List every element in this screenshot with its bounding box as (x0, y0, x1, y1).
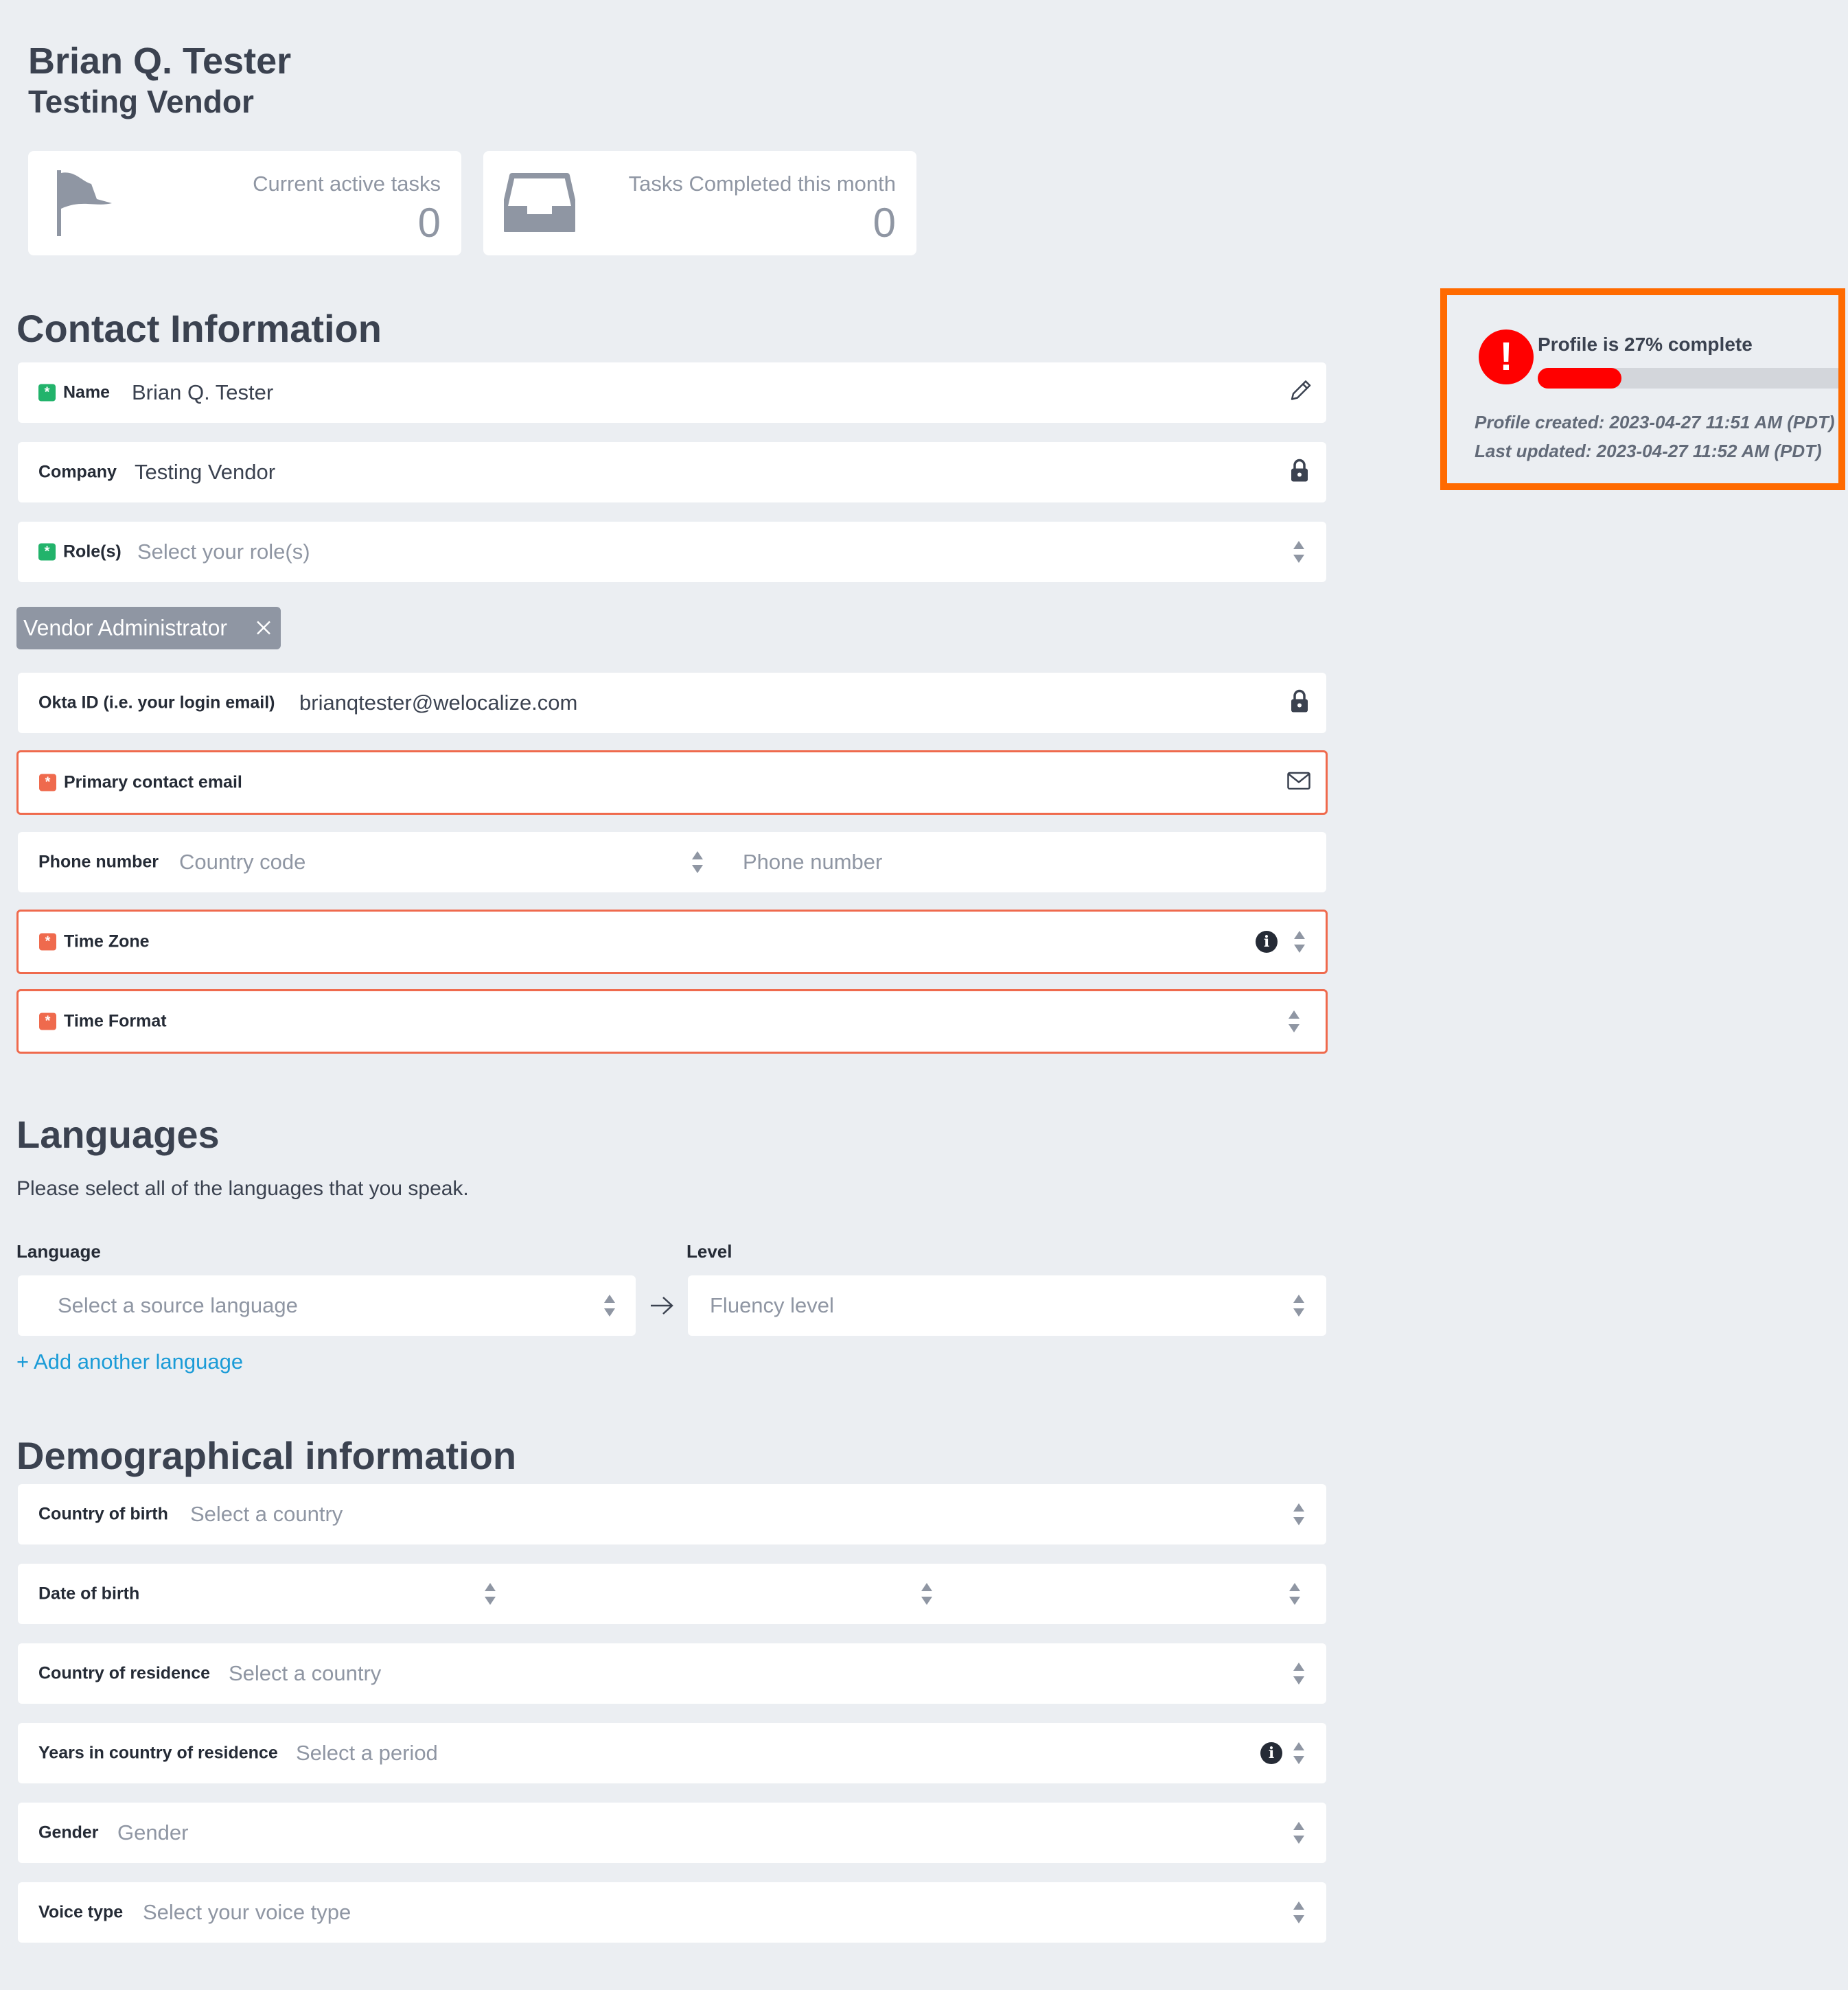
country-of-birth-field[interactable]: Country of birth Select a country (18, 1484, 1326, 1544)
level-column-label: Level (686, 1241, 732, 1262)
years-in-country-select[interactable]: Select a period (296, 1741, 438, 1766)
select-arrows-icon[interactable] (1292, 1900, 1306, 1925)
birth-month-select-arrows-icon[interactable] (920, 1582, 934, 1606)
profile-created: Profile created: 2023-04-27 11:51 AM (PD… (1475, 412, 1835, 432)
select-arrows-icon[interactable] (1292, 1820, 1306, 1845)
contact-section-title: Contact Information (16, 307, 382, 350)
roles-select[interactable]: Select your role(s) (137, 540, 310, 564)
required-ok-icon: * (38, 384, 56, 402)
voice-type-label: Voice type (38, 1902, 124, 1922)
country-of-residence-label: Country of residence (38, 1663, 211, 1683)
active-tasks-value: 0 (417, 200, 441, 246)
completed-tasks-card[interactable]: Tasks Completed this month 0 (483, 151, 916, 255)
select-arrows-icon[interactable] (1292, 1661, 1306, 1686)
country-of-residence-field[interactable]: Country of residence Select a country (18, 1643, 1326, 1704)
select-arrows-icon[interactable] (1292, 540, 1306, 564)
profile-progress-fill (1538, 368, 1621, 389)
profile-updated: Last updated: 2023-04-27 11:52 AM (PDT) (1475, 441, 1822, 461)
timeformat-field[interactable]: * Time Format (16, 989, 1328, 1054)
required-missing-icon: * (39, 933, 56, 951)
primary-email-field[interactable]: * Primary contact email (16, 750, 1328, 815)
close-icon[interactable] (256, 616, 271, 641)
required-ok-icon: * (38, 543, 56, 561)
profile-progress-bar (1538, 368, 1838, 389)
active-tasks-label: Current active tasks (253, 172, 441, 196)
okta-value: brianqtester@welocalize.com (299, 691, 578, 715)
voice-type-select[interactable]: Select your voice type (143, 1900, 351, 1925)
source-language-select[interactable]: Select a source language (18, 1275, 636, 1336)
phone-number-input[interactable]: Phone number (743, 850, 882, 875)
user-company: Testing Vendor (28, 84, 254, 119)
timeformat-label: Time Format (64, 1011, 167, 1031)
demographics-section-title: Demographical information (16, 1434, 517, 1477)
primary-email-label: Primary contact email (64, 772, 242, 792)
pencil-icon[interactable] (1288, 379, 1313, 407)
company-field: Company Testing Vendor (18, 442, 1326, 502)
okta-label: Okta ID (i.e. your login email) (38, 693, 275, 713)
gender-label: Gender (38, 1823, 99, 1842)
info-icon[interactable]: i (1256, 931, 1278, 953)
select-arrows-icon[interactable] (1292, 1741, 1306, 1766)
voice-type-field[interactable]: Voice type Select your voice type (18, 1882, 1326, 1943)
user-name: Brian Q. Tester (28, 41, 292, 82)
roles-field[interactable]: * Role(s) Select your role(s) (18, 522, 1326, 582)
roles-label: Role(s) (63, 542, 122, 562)
fluency-level-placeholder: Fluency level (710, 1293, 834, 1317)
gender-select[interactable]: Gender (117, 1820, 188, 1845)
profile-completion-panel: ! Profile is 27% complete Profile create… (1440, 288, 1845, 490)
name-value[interactable]: Brian Q. Tester (132, 380, 273, 405)
gender-field[interactable]: Gender Gender (18, 1803, 1326, 1863)
select-arrows-icon[interactable] (691, 850, 704, 875)
languages-section-title: Languages (16, 1113, 220, 1156)
flag-icon (54, 169, 112, 241)
name-label: Name (63, 382, 111, 402)
arrow-right-icon (649, 1295, 674, 1319)
info-icon[interactable]: i (1260, 1742, 1282, 1764)
completed-tasks-value: 0 (873, 200, 896, 246)
phone-field[interactable]: Phone number Country code Phone number (18, 832, 1326, 892)
select-arrows-icon[interactable] (1287, 1009, 1301, 1034)
company-label: Company (38, 462, 117, 482)
lock-icon (1291, 689, 1308, 717)
years-in-country-field[interactable]: Years in country of residence Select a p… (18, 1723, 1326, 1783)
country-of-residence-select[interactable]: Select a country (229, 1661, 381, 1686)
required-missing-icon: * (39, 1013, 56, 1030)
envelope-icon (1287, 772, 1310, 794)
phone-label: Phone number (38, 852, 159, 872)
birth-year-select-arrows-icon[interactable] (1288, 1582, 1302, 1606)
timezone-field[interactable]: * Time Zone i (16, 910, 1328, 974)
select-arrows-icon[interactable] (603, 1293, 616, 1318)
okta-field: Okta ID (i.e. your login email) brianqte… (18, 673, 1326, 733)
role-tag-label: Vendor Administrator (23, 615, 228, 640)
completed-tasks-label: Tasks Completed this month (628, 172, 896, 196)
country-code-select[interactable]: Country code (179, 850, 305, 875)
profile-completion-text: Profile is 27% complete (1538, 334, 1753, 355)
alert-icon: ! (1479, 329, 1534, 384)
date-of-birth-field[interactable]: Date of birth (18, 1564, 1326, 1624)
years-in-country-label: Years in country of residence (38, 1743, 278, 1763)
add-language-link[interactable]: + Add another language (16, 1350, 243, 1374)
lock-icon (1291, 459, 1308, 486)
country-of-birth-label: Country of birth (38, 1504, 168, 1524)
select-arrows-icon[interactable] (1293, 929, 1306, 954)
fluency-level-select[interactable]: Fluency level (688, 1275, 1326, 1336)
timezone-label: Time Zone (64, 932, 150, 951)
select-arrows-icon[interactable] (1292, 1502, 1306, 1527)
source-language-placeholder: Select a source language (58, 1293, 298, 1317)
active-tasks-card[interactable]: Current active tasks 0 (28, 151, 461, 255)
select-arrows-icon[interactable] (1292, 1293, 1306, 1318)
required-missing-icon: * (39, 774, 56, 791)
languages-description: Please select all of the languages that … (16, 1177, 469, 1200)
date-of-birth-label: Date of birth (38, 1584, 140, 1604)
name-field[interactable]: * Name Brian Q. Tester (18, 362, 1326, 423)
language-column-label: Language (16, 1241, 101, 1262)
role-tag: Vendor Administrator (16, 607, 281, 649)
company-value: Testing Vendor (135, 460, 276, 484)
birth-day-select-arrows-icon[interactable] (483, 1582, 497, 1606)
country-of-birth-select[interactable]: Select a country (190, 1502, 343, 1527)
inbox-icon (503, 172, 577, 237)
